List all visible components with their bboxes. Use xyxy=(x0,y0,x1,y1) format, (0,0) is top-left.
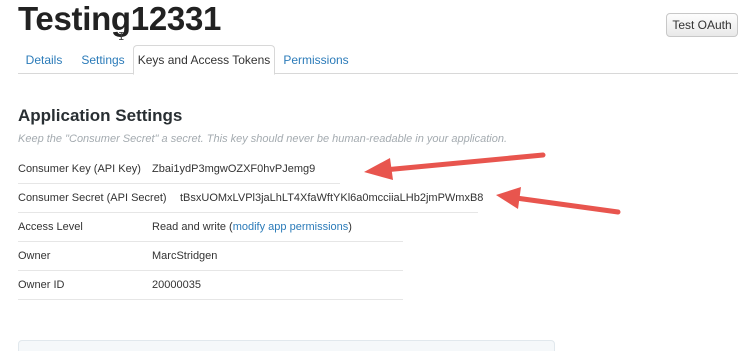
consumer-secret-value: tBsxUOMxLVPl3jaLhLT4XfaWftYKl6a0mcciiaLH… xyxy=(180,192,484,204)
owner-label: Owner xyxy=(18,250,51,262)
owner-row: Owner MarcStridgen xyxy=(18,242,403,271)
modify-app-permissions-link[interactable]: modify app permissions xyxy=(233,221,349,233)
tab-keys-and-access-tokens[interactable]: Keys and Access Tokens xyxy=(133,45,275,75)
access-level-suffix: ) xyxy=(348,221,352,233)
section-title: Application Settings xyxy=(18,106,183,125)
arrow-icon-consumer-key xyxy=(364,152,546,180)
owner-id-label: Owner ID xyxy=(18,279,65,291)
access-level-label: Access Level xyxy=(18,221,83,233)
consumer-secret-label: Consumer Secret (API Secret) xyxy=(18,192,167,204)
app-settings-page: Testing12331 I Test OAuth Details Settin… xyxy=(0,0,750,351)
access-level-text: Read and write ( xyxy=(152,221,233,233)
next-section-panel xyxy=(18,340,555,351)
consumer-key-label: Consumer Key (API Key) xyxy=(18,163,141,175)
access-level-row: Access Level Read and write (modify app … xyxy=(18,213,403,242)
tab-bar: Details Settings Keys and Access Tokens … xyxy=(18,45,738,75)
tab-permissions[interactable]: Permissions xyxy=(278,45,354,74)
consumer-key-row: Consumer Key (API Key) Zbai1ydP3mgwOZXF0… xyxy=(18,155,340,184)
owner-id-value: 20000035 xyxy=(152,279,201,291)
access-level-value: Read and write (modify app permissions) xyxy=(152,221,352,233)
tab-settings[interactable]: Settings xyxy=(78,45,128,74)
tab-details[interactable]: Details xyxy=(18,45,70,74)
owner-value: MarcStridgen xyxy=(152,250,218,262)
text-cursor-icon: I xyxy=(118,30,125,43)
consumer-secret-row: Consumer Secret (API Secret) tBsxUOMxLVP… xyxy=(18,184,483,213)
owner-id-row: Owner ID 20000035 xyxy=(18,271,403,300)
arrow-icon-consumer-secret xyxy=(496,187,621,215)
consumer-key-value: Zbai1ydP3mgwOZXF0hvPJemg9 xyxy=(152,163,316,175)
section-note: Keep the "Consumer Secret" a secret. Thi… xyxy=(18,133,508,145)
test-oauth-button[interactable]: Test OAuth xyxy=(666,13,738,37)
